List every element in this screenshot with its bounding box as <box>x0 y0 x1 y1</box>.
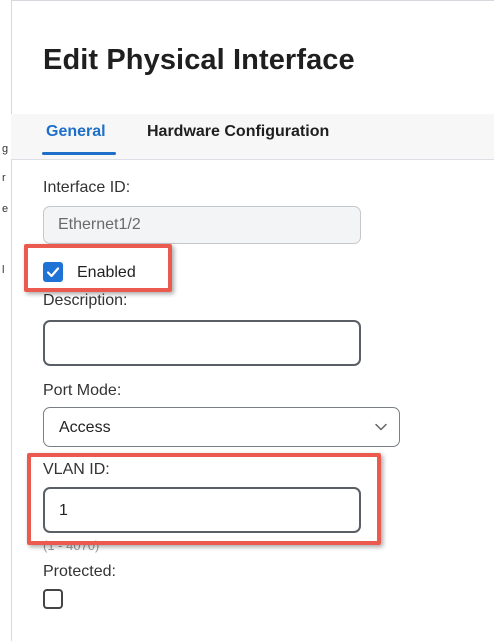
dialog-title: Edit Physical Interface <box>43 44 355 76</box>
tab-hardware-configuration[interactable]: Hardware Configuration <box>147 123 329 141</box>
background-panel-edge: g r e l <box>0 0 12 641</box>
vlan-id-input[interactable]: 1 <box>43 487 361 533</box>
dialog-top-border <box>11 0 494 1</box>
interface-id-field: Ethernet1/2 <box>43 206 361 244</box>
chevron-down-icon <box>375 423 387 431</box>
enabled-checkbox[interactable] <box>43 262 63 282</box>
background-text-fragment: l <box>2 264 5 276</box>
check-icon <box>46 267 60 278</box>
protected-label: Protected: <box>43 563 116 580</box>
tab-general[interactable]: General <box>46 123 106 141</box>
tab-bar: General Hardware Configuration <box>11 114 494 160</box>
protected-checkbox[interactable] <box>43 589 63 609</box>
port-mode-value: Access <box>59 419 111 436</box>
interface-id-label: Interface ID: <box>43 179 131 196</box>
enabled-label: Enabled <box>77 264 136 281</box>
port-mode-label: Port Mode: <box>43 382 122 399</box>
background-text-fragment: e <box>2 203 9 215</box>
vlan-id-range-hint: (1 - 4070) <box>43 538 100 553</box>
description-input[interactable] <box>43 320 361 366</box>
description-label: Description: <box>43 292 128 309</box>
port-mode-select[interactable]: Access <box>43 407 400 447</box>
vlan-id-label: VLAN ID: <box>43 461 110 478</box>
active-tab-indicator <box>42 152 116 155</box>
background-text-fragment: r <box>2 172 6 184</box>
background-text-fragment: g <box>2 143 9 155</box>
